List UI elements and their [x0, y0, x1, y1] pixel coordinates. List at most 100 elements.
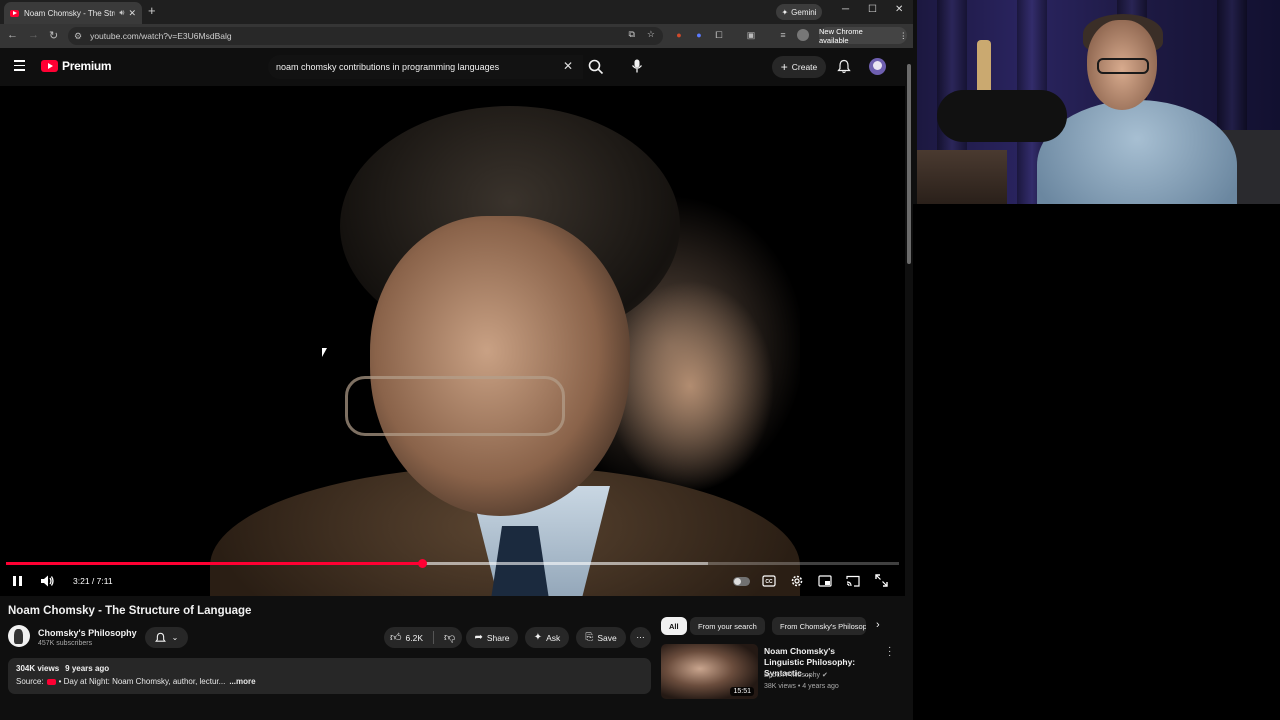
- scrollbar-thumb[interactable]: [907, 64, 911, 264]
- tab-strip: Noam Chomsky - The Struc 🔊︎ ✕ + ✦ Gemini…: [0, 0, 913, 24]
- view-meta: 304K views 9 years ago: [16, 664, 643, 673]
- like-button[interactable]: 👍︎ 6.2K: [390, 631, 423, 644]
- search-query: noam chomsky contributions in programmin…: [276, 62, 500, 72]
- pause-icon[interactable]: [12, 575, 23, 587]
- recommendation-meta: 38K views • 4 years ago: [764, 683, 839, 690]
- page-scrollbar[interactable]: [905, 48, 913, 720]
- description-box[interactable]: 304K views 9 years ago Source: • Day at Ni…: [8, 658, 651, 694]
- reload-icon[interactable]: ↻: [49, 29, 58, 42]
- upload-age: 9 years ago: [65, 664, 110, 673]
- progress-bar[interactable]: [6, 559, 899, 568]
- recommendation-channel[interactable]: Epoch Philosophy ✔: [764, 671, 828, 679]
- notifications-bell-icon[interactable]: [837, 59, 851, 74]
- autoplay-toggle[interactable]: [733, 577, 750, 586]
- recommendation-thumbnail[interactable]: 15:51: [661, 644, 758, 699]
- channel-avatar[interactable]: [8, 625, 30, 647]
- address-bar[interactable]: ⚙ youtube.com/watch?v=E3U6MsdBalg ⧉ ☆: [68, 27, 663, 45]
- youtube-play-icon: [41, 60, 58, 72]
- subscription-bell-button[interactable]: ⌄: [145, 627, 188, 648]
- video-speaker-glasses: [345, 376, 565, 436]
- dislike-button[interactable]: 👎︎: [444, 631, 455, 644]
- video-speaker-face: [370, 216, 630, 516]
- maximize-icon[interactable]: ☐: [868, 4, 877, 15]
- extension-red-icon[interactable]: ●: [673, 29, 685, 41]
- close-window-icon[interactable]: ✕: [895, 4, 903, 15]
- share-label: Share: [486, 632, 510, 643]
- chrome-window: Noam Chomsky - The Struc 🔊︎ ✕ + ✦ Gemini…: [0, 0, 913, 720]
- volume-icon[interactable]: [40, 574, 55, 588]
- time-display: 3:21 / 7:11: [73, 576, 113, 586]
- empty-desktop-area: [913, 204, 1280, 720]
- tab-youtube[interactable]: Noam Chomsky - The Struc 🔊︎ ✕: [4, 2, 142, 24]
- background-furniture: [917, 150, 1007, 204]
- share-button[interactable]: ➦ Share: [466, 627, 518, 648]
- cast-icon[interactable]: [846, 575, 860, 587]
- verified-check-icon: ✔: [822, 672, 828, 679]
- browser-toolbar: ← → ↻ ⚙ youtube.com/watch?v=E3U6MsdBalg …: [0, 24, 913, 48]
- create-label: Create: [791, 62, 818, 72]
- tab-title: Noam Chomsky - The Struc: [24, 8, 116, 18]
- recommendation-channel-name: Epoch Philosophy: [764, 672, 821, 679]
- clear-search-icon[interactable]: ✕: [563, 59, 573, 73]
- media-control-icon[interactable]: ≡: [777, 29, 789, 41]
- install-app-icon[interactable]: ⧉: [628, 29, 634, 40]
- guide-menu-icon[interactable]: [14, 60, 25, 74]
- captions-icon[interactable]: CC: [762, 575, 776, 587]
- update-chrome-label: New Chrome available: [819, 26, 863, 45]
- subscriber-count: 457K subscribers: [38, 640, 93, 647]
- back-arrow-icon[interactable]: ←: [7, 29, 18, 41]
- youtube-masthead: Premium noam chomsky contributions in pr…: [0, 48, 905, 86]
- extensions-puzzle-icon[interactable]: ⧠: [713, 29, 725, 41]
- search-icon[interactable]: [587, 58, 605, 76]
- profile-avatar-icon[interactable]: [797, 29, 809, 41]
- gemini-button[interactable]: ✦ Gemini: [776, 4, 822, 20]
- bell-icon: [154, 632, 166, 642]
- close-tab-icon[interactable]: ✕: [128, 8, 136, 19]
- channel-name[interactable]: Chomsky's Philosophy: [38, 628, 137, 638]
- video-player[interactable]: 3:21 / 7:11 CC: [0, 86, 905, 596]
- update-chrome-button[interactable]: New Chrome available ⋮: [819, 26, 908, 45]
- more-horizontal-icon: ⋯: [636, 632, 645, 642]
- recommendation-menu-icon[interactable]: · · ·: [888, 643, 891, 661]
- save-button[interactable]: ⎘ Save: [576, 627, 626, 648]
- extension-blue-icon[interactable]: ●: [693, 29, 705, 41]
- more-link[interactable]: ...more: [229, 677, 255, 686]
- youtube-logo[interactable]: Premium: [41, 59, 112, 73]
- account-avatar[interactable]: [869, 58, 886, 75]
- miniplayer-icon[interactable]: [818, 575, 832, 587]
- recommendation-duration: 15:51: [730, 687, 754, 696]
- source-link[interactable]: Day at Night: Noam Chomsky, author, lect…: [64, 677, 226, 686]
- chip-from-search[interactable]: From your search: [690, 617, 765, 635]
- gemini-label: Gemini: [791, 7, 817, 17]
- more-actions-button[interactable]: ⋯: [630, 627, 651, 648]
- site-info-icon[interactable]: ⚙: [74, 31, 82, 42]
- played-bar: [6, 562, 423, 565]
- settings-gear-icon[interactable]: [790, 574, 804, 588]
- audio-playing-icon[interactable]: 🔊︎: [119, 8, 124, 18]
- search-input[interactable]: noam chomsky contributions in programmin…: [268, 55, 583, 79]
- new-tab-button[interactable]: +: [148, 4, 156, 18]
- source-label: Source:: [16, 677, 44, 686]
- logo-text: Premium: [62, 59, 112, 73]
- chevron-right-icon[interactable]: ›: [876, 619, 880, 631]
- tab-search-icon[interactable]: ▣: [745, 29, 757, 41]
- create-button[interactable]: + Create: [772, 56, 826, 78]
- chip-all[interactable]: All: [661, 617, 687, 635]
- youtube-favicon-icon: [10, 9, 19, 17]
- sparkle-icon: ✦: [533, 632, 543, 643]
- forward-arrow-icon[interactable]: →: [28, 29, 39, 41]
- minimize-icon[interactable]: ─: [842, 4, 849, 15]
- more-menu-icon[interactable]: ⋮: [900, 31, 908, 40]
- ask-button[interactable]: ✦ Ask: [525, 627, 569, 648]
- view-count: 304K views: [16, 664, 60, 673]
- share-arrow-icon: ➦: [474, 632, 483, 643]
- svg-text:CC: CC: [765, 579, 773, 585]
- microphone-icon[interactable]: [629, 58, 645, 74]
- bookmark-star-icon[interactable]: ☆: [647, 29, 655, 40]
- gemini-sparkle-icon: ✦: [781, 7, 789, 17]
- chip-from-channel[interactable]: From Chomsky's Philosophy: [772, 617, 866, 635]
- webcam-overlay: [917, 0, 1280, 204]
- fullscreen-icon[interactable]: [875, 574, 888, 587]
- person-glasses: [1097, 58, 1149, 74]
- like-dislike-group: 👍︎ 6.2K 👎︎: [384, 627, 462, 648]
